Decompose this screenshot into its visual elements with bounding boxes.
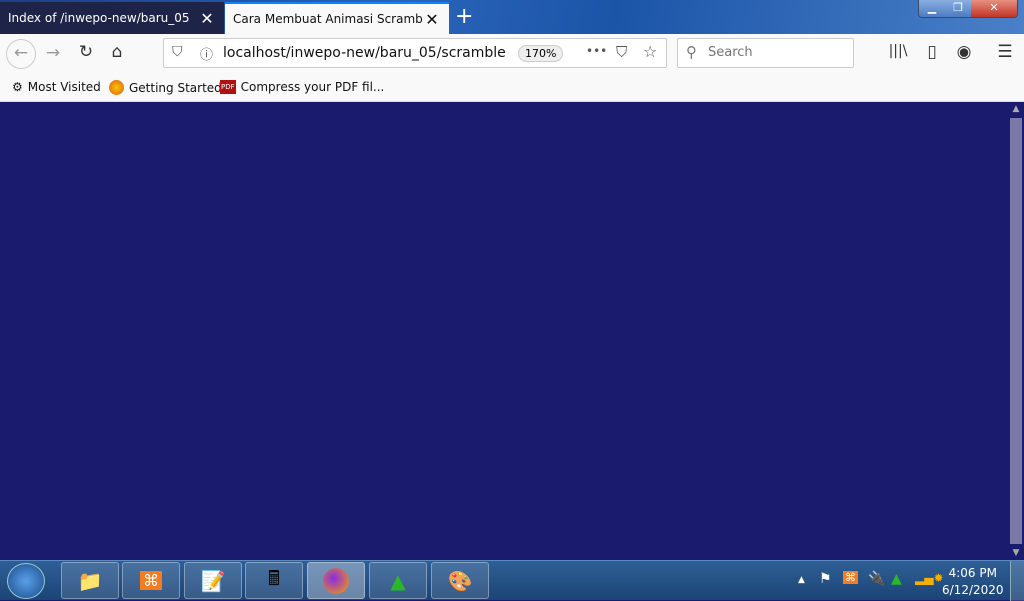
home-button[interactable]: ⌂	[103, 42, 131, 62]
firefox-taskbar-button[interactable]	[307, 562, 365, 599]
search-box[interactable]: ⚲	[677, 38, 854, 68]
calculator-icon: 🖩	[268, 565, 280, 590]
paint-icon: 🎨	[447, 568, 473, 593]
gear-icon: ⚙	[12, 80, 23, 94]
bookmark-label: Most Visited	[27, 80, 101, 94]
library-icon[interactable]: |||\	[884, 43, 912, 59]
taskbar: 📁 ⌘ 📝 🖩 ▲ 🎨 ▲ ⚑ ⌘ 🔌 ▲ ▂▄✹ 4:06 PM 6/12/20…	[0, 560, 1024, 601]
bookmark-label: Getting Started	[129, 80, 222, 95]
show-hidden-icons[interactable]: ▲	[798, 575, 805, 585]
minimize-button[interactable]: ▁	[919, 0, 945, 17]
bookmark-getting-started[interactable]: Getting Started	[109, 80, 222, 95]
new-tab-button[interactable]: +	[455, 4, 473, 29]
forward-button[interactable]: →	[39, 43, 67, 63]
notepad-taskbar-button[interactable]: 📝	[184, 562, 242, 599]
start-button[interactable]	[7, 563, 45, 599]
app-taskbar-button[interactable]: ▲	[369, 562, 427, 599]
url-text[interactable]: localhost/inwepo-new/baru_05/scramble ef…	[223, 45, 511, 61]
close-tab-icon[interactable]: ✕	[198, 9, 216, 28]
bookmark-star-icon[interactable]: ☆	[643, 42, 657, 61]
title-bar: Index of /inwepo-new/baru_05 ✕ Cara Membu…	[0, 0, 1024, 34]
action-center-flag-icon[interactable]: ⚑	[819, 571, 832, 587]
pdf-icon: PDF	[220, 80, 236, 94]
xampp-tray-icon[interactable]: ⌘	[843, 571, 858, 584]
info-icon[interactable]: ⓘ	[200, 44, 213, 63]
firefox-icon	[109, 80, 124, 95]
reload-button[interactable]: ↻	[72, 42, 100, 62]
tab-scramble[interactable]: Cara Membuat Animasi Scramble T✕	[225, 2, 449, 34]
scroll-down-icon[interactable]: ▼	[1008, 548, 1024, 558]
bookmarks-toolbar: ⚙ Most Visited Getting Started PDF Compres…	[0, 74, 1024, 102]
tab-label: Cara Membuat Animasi Scramble T	[233, 12, 423, 26]
clock-time: 4:06 PM	[948, 566, 997, 580]
notepad-icon: 📝	[200, 568, 226, 593]
more-actions-icon[interactable]: •••	[586, 44, 607, 58]
scrollbar-thumb[interactable]	[1010, 118, 1022, 544]
search-input[interactable]	[708, 45, 848, 60]
bookmark-compress-pdf[interactable]: PDF Compress your PDF fil...	[220, 80, 384, 94]
calculator-taskbar-button[interactable]: 🖩	[245, 562, 303, 599]
zoom-level[interactable]: 170%	[518, 45, 564, 62]
folder-icon: 📁	[77, 568, 103, 593]
menu-icon[interactable]: ☰	[991, 42, 1019, 62]
clock[interactable]: 4:06 PM 6/12/2020	[942, 565, 1004, 599]
tab-label: Index of /inwepo-new/baru_05	[8, 11, 190, 25]
triangle-app-icon: ▲	[390, 568, 406, 593]
close-window-button[interactable]: ✕	[971, 0, 1017, 17]
sidebar-icon[interactable]: ▯	[918, 42, 946, 62]
page-content	[0, 102, 1008, 560]
search-icon: ⚲	[686, 43, 697, 61]
bookmark-most-visited[interactable]: ⚙ Most Visited	[12, 80, 101, 94]
shield-icon[interactable]: ⛉	[172, 44, 183, 60]
xampp-taskbar-button[interactable]: ⌘	[122, 562, 180, 599]
network-icon[interactable]: ▂▄✹	[915, 571, 944, 585]
pocket-icon[interactable]: ⛉	[616, 43, 627, 61]
power-icon[interactable]: 🔌	[868, 571, 885, 587]
account-icon[interactable]: ◉	[950, 42, 978, 62]
triangle-tray-icon[interactable]: ▲	[891, 571, 902, 587]
firefox-icon	[323, 567, 349, 594]
close-tab-icon[interactable]: ✕	[423, 10, 441, 29]
show-desktop-button[interactable]	[1010, 561, 1024, 601]
paint-taskbar-button[interactable]: 🎨	[431, 562, 489, 599]
explorer-taskbar-button[interactable]: 📁	[61, 562, 119, 599]
scrollbar[interactable]: ▲ ▼	[1008, 102, 1024, 560]
xampp-icon: ⌘	[140, 571, 162, 590]
scroll-up-icon[interactable]: ▲	[1008, 104, 1024, 114]
back-button[interactable]: ←	[6, 39, 36, 69]
bookmark-label: Compress your PDF fil...	[240, 80, 385, 94]
clock-date: 6/12/2020	[942, 583, 1004, 597]
restore-button[interactable]: ❐	[945, 0, 971, 17]
url-bar[interactable]: ⛉ ⓘ localhost/inwepo-new/baru_05/scrambl…	[163, 38, 667, 68]
tab-index[interactable]: Index of /inwepo-new/baru_05 ✕	[0, 2, 224, 34]
